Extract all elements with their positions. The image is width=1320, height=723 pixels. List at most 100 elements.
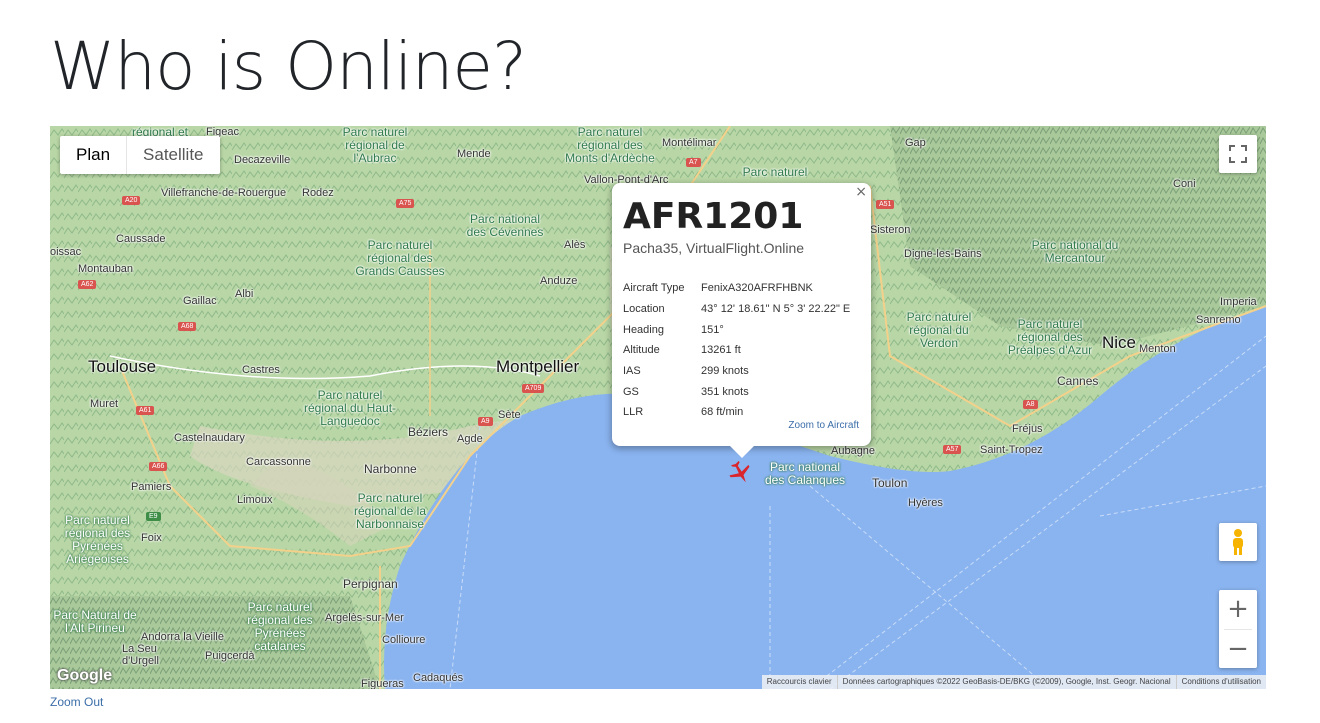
detail-label: Location <box>623 303 665 316</box>
place-agde: Agde <box>457 433 483 445</box>
place-narbonne: Narbonne <box>364 462 417 476</box>
place-sisteron: Sisteron <box>870 224 911 236</box>
road-shield-a51: A51 <box>876 200 895 209</box>
park-pirineu: Parc Natural de l'Alt Pirineu <box>53 608 137 635</box>
park-calanques: Parc national des Calanques <box>764 460 846 487</box>
place-anduze: Anduze <box>540 275 578 287</box>
map-attribution: Raccourcis clavier Données cartographiqu… <box>761 675 1266 689</box>
place-coni: Coni <box>1173 178 1196 190</box>
fullscreen-button[interactable] <box>1219 135 1257 173</box>
place-limoux: Limoux <box>237 494 273 506</box>
aircraft-info-window: × AFR1201 Pacha35, VirtualFlight.Online … <box>612 183 871 458</box>
park-pyrenees-ariegeoises: Parc naturel régional des Pyrénées Ariég… <box>64 513 131 566</box>
zoom-in-button[interactable]: + <box>1219 590 1257 629</box>
place-villefranche: Villefranche-de-Rouergue <box>161 187 287 199</box>
map-data-attribution: Données cartographiques ©2022 GeoBasis-D… <box>838 675 1177 689</box>
place-argeles: Argelès-sur-Mer <box>325 612 404 624</box>
zoom-out-button[interactable]: − <box>1219 629 1257 668</box>
place-gap: Gap <box>905 137 926 149</box>
place-beziers: Béziers <box>408 425 449 439</box>
terms-of-use-link[interactable]: Conditions d'utilisation <box>1177 675 1266 689</box>
map-type-control: Plan Satellite <box>60 136 220 174</box>
table-row: Location 43° 12' 18.61" N 5° 3' 22.22" E <box>623 299 850 320</box>
place-cannes: Cannes <box>1057 374 1099 388</box>
road-shield-a68: A68 <box>178 322 197 331</box>
aircraft-icon[interactable] <box>727 459 753 485</box>
zoom-to-aircraft-link[interactable]: Zoom to Aircraft <box>788 420 859 431</box>
place-gaillac: Gaillac <box>183 295 217 307</box>
close-icon[interactable]: × <box>855 184 867 200</box>
road-shield-a61: A61 <box>136 406 155 415</box>
place-andorra: Andorra la Vieille <box>141 631 224 643</box>
park-ardeche: Parc naturel régional des Monts d'Ardèch… <box>565 126 655 165</box>
park-narbonnaise: Parc naturel régional de la Narbonnaise <box>353 491 427 531</box>
place-sanremo: Sanremo <box>1196 314 1241 326</box>
park-mercantour: Parc national du Mercantour <box>1031 238 1119 265</box>
table-row: IAS 299 knots <box>623 361 850 382</box>
fullscreen-icon <box>1229 145 1247 163</box>
place-montelimar: Montélimar <box>662 137 717 149</box>
place-mende: Mende <box>457 148 491 160</box>
road-shield-a75: A75 <box>396 199 415 208</box>
park-prealpes: Parc naturel régional des Préalpes d'Azu… <box>1007 317 1093 357</box>
road-shield-a8: A8 <box>1023 400 1038 409</box>
detail-label: LLR <box>623 406 644 419</box>
detail-label: Altitude <box>623 344 660 357</box>
place-castres: Castres <box>242 364 280 376</box>
place-collioure: Collioure <box>382 634 426 646</box>
detail-value: 43° 12' 18.61" N 5° 3' 22.22" E <box>701 303 851 316</box>
place-rodez: Rodez <box>302 187 334 199</box>
place-figueras: Figueras <box>361 678 404 689</box>
place-montpellier: Montpellier <box>496 357 580 376</box>
place-carcassonne: Carcassonne <box>246 456 311 468</box>
place-toulon: Toulon <box>872 476 908 490</box>
keyboard-shortcuts-link[interactable]: Raccourcis clavier <box>762 675 838 689</box>
place-nice: Nice <box>1102 333 1137 352</box>
place-caussade: Caussade <box>116 233 166 245</box>
street-view-pegman-button[interactable] <box>1219 523 1257 561</box>
park-grands-causses: Parc naturel régional des Grands Causses <box>355 238 445 278</box>
place-toulouse: Toulouse <box>88 357 157 376</box>
aircraft-details-table: Aircraft Type FenixA320AFRFHBNK Location 4… <box>623 278 850 423</box>
map-type-plan-button[interactable]: Plan <box>60 136 128 174</box>
road-shield-a709: A709 <box>522 384 545 393</box>
road-shield-a20: A20 <box>122 196 141 205</box>
place-muret: Muret <box>90 398 119 410</box>
place-pamiers: Pamiers <box>131 481 172 493</box>
aircraft-pilot-network: Pacha35, VirtualFlight.Online <box>623 240 805 256</box>
road-shield-e9: E9 <box>146 512 161 521</box>
detail-value: 299 knots <box>701 365 749 378</box>
place-sete: Sète <box>498 409 521 421</box>
place-moissac: oissac <box>50 246 82 258</box>
detail-value: 351 knots <box>701 385 749 398</box>
park-haut-languedoc: Parc naturel régional du Haut-Languedoc <box>303 388 397 428</box>
place-albi: Albi <box>235 288 254 300</box>
map-type-satellite-button[interactable]: Satellite <box>127 136 219 174</box>
place-menton: Menton <box>1139 343 1176 355</box>
place-st-tropez: Saint-Tropez <box>980 444 1043 456</box>
park-pyrenees-catalanes: Parc naturel régional des Pyrénées catal… <box>247 600 313 653</box>
detail-label: IAS <box>623 365 641 378</box>
place-cadaques: Cadaqués <box>413 672 464 684</box>
table-row: Altitude 13261 ft <box>623 340 850 361</box>
pegman-icon <box>1233 529 1243 555</box>
place-perpignan: Perpignan <box>343 577 398 591</box>
zoom-out-link[interactable]: Zoom Out <box>50 695 103 709</box>
road-shield-a66: A66 <box>149 462 168 471</box>
place-hyeres: Hyères <box>908 497 943 509</box>
park-verdon: Parc naturel régional du Verdon <box>906 310 972 350</box>
zoom-control: + − <box>1219 590 1257 668</box>
aircraft-callsign: AFR1201 <box>623 196 804 237</box>
place-ales: Alès <box>564 239 586 251</box>
road-shield-a57: A57 <box>943 445 962 454</box>
map[interactable]: Toulouse Montpellier Nice Cannes Montaub… <box>50 126 1266 689</box>
place-imperia: Imperia <box>1220 296 1257 308</box>
place-montauban: Montauban <box>78 263 134 275</box>
place-frejus: Fréjus <box>1012 423 1043 435</box>
place-digne: Digne-les-Bains <box>904 248 982 260</box>
table-row: Aircraft Type FenixA320AFRFHBNK <box>623 278 850 299</box>
park-lyon: Parc naturel <box>742 165 808 179</box>
table-row: GS 351 knots <box>623 381 850 402</box>
detail-value: 151° <box>701 323 724 336</box>
road-shield-a62: A62 <box>78 280 97 289</box>
